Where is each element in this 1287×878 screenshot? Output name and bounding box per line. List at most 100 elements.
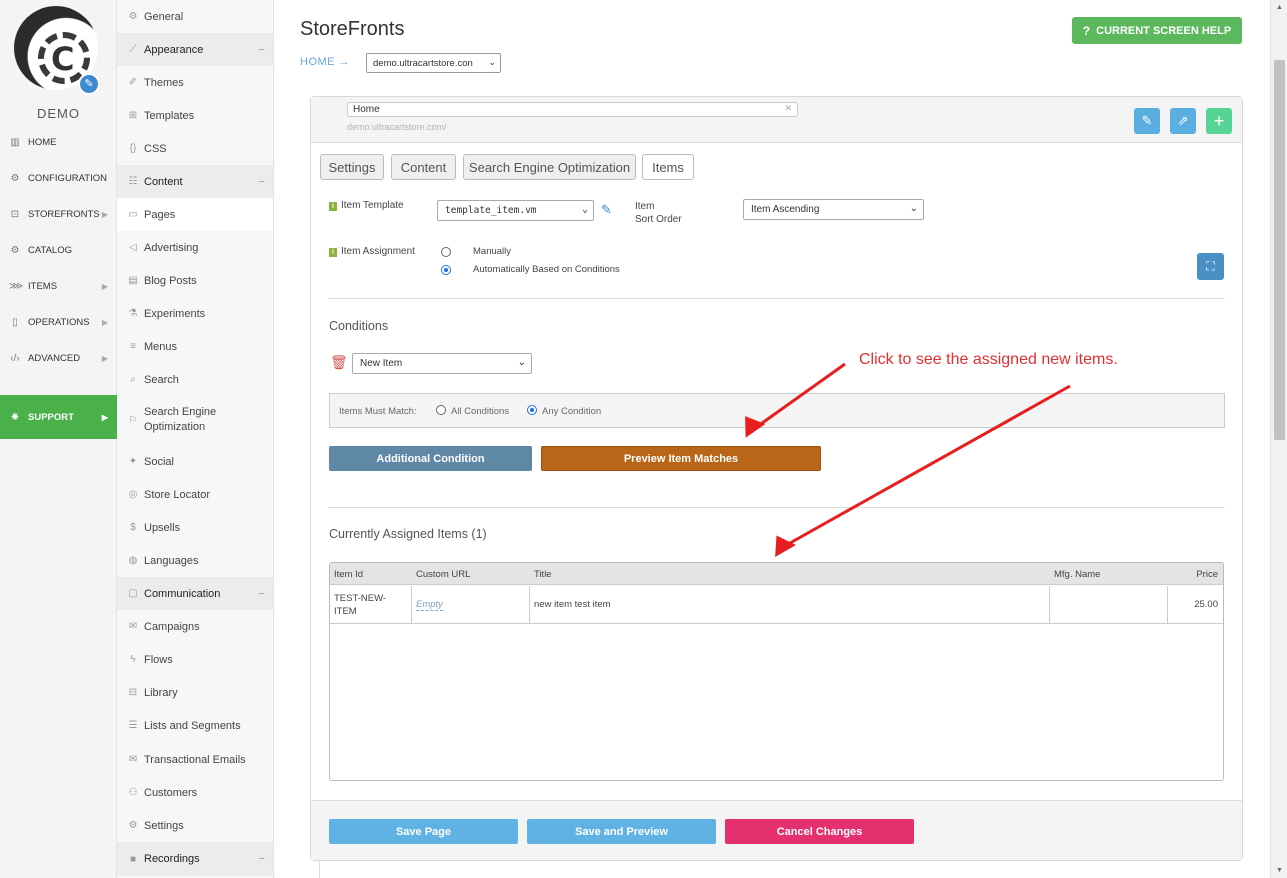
current-screen-help-button[interactable]: ? CURRENT SCREEN HELP: [1072, 17, 1242, 44]
tab-settings[interactable]: Settings: [320, 154, 384, 180]
match-all-radio[interactable]: [436, 405, 446, 415]
sub-item-menus[interactable]: ≡ Menus: [117, 330, 273, 363]
sub-item-label: Blog Posts: [144, 274, 197, 287]
nav-item-configuration[interactable]: ⚙ CONFIGURATION: [0, 160, 117, 196]
sub-item-label: Recordings: [144, 853, 200, 865]
location-icon: ◎: [128, 489, 138, 500]
sub-item-label: Communication: [144, 587, 221, 600]
sub-item-search[interactable]: ⌕ Search: [117, 363, 273, 396]
sub-item-experiments[interactable]: ⚗ Experiments: [117, 297, 273, 330]
sub-item-upsells[interactable]: $ Upsells: [117, 511, 273, 544]
scroll-up-icon[interactable]: ▲: [1271, 0, 1287, 15]
item-sort-order-select[interactable]: Item Ascending ⌄: [743, 199, 924, 220]
item-template-value: template_item.vm: [445, 205, 537, 216]
sub-item-label: Settings: [144, 819, 184, 832]
cancel-changes-button[interactable]: Cancel Changes: [725, 819, 914, 844]
condition-select[interactable]: New Item ⌄: [352, 353, 532, 374]
sub-item-pages[interactable]: ▭ Pages: [117, 198, 273, 231]
info-icon[interactable]: i: [329, 248, 337, 257]
cell-custom-url[interactable]: Empty: [416, 599, 443, 611]
sub-item-seo[interactable]: ⚐ Search Engine Optimization: [117, 396, 273, 444]
sub-item-store-locator[interactable]: ◎ Store Locator: [117, 478, 273, 511]
sub-item-customers[interactable]: ⚇ Customers: [117, 776, 273, 809]
tab-items[interactable]: Items: [642, 154, 694, 180]
edit-page-button[interactable]: ✎: [1134, 108, 1160, 134]
nav-item-support[interactable]: ✷ SUPPORT ▶: [0, 395, 117, 439]
app-root: C ✎ DEMO ▥ HOME ⚙ CONFIGURATION ⊡ STOREF…: [0, 0, 1287, 878]
column-item-id[interactable]: Item Id: [334, 569, 363, 580]
sub-item-templates[interactable]: ⊞ Templates: [117, 99, 273, 132]
templates-icon: ⊞: [128, 110, 138, 121]
column-price[interactable]: Price: [1196, 569, 1218, 580]
nav-item-catalog[interactable]: ⚙ CATALOG: [0, 232, 117, 268]
collapse-icon[interactable]: −: [259, 588, 265, 600]
tab-content[interactable]: Content: [391, 154, 456, 180]
sub-item-settings[interactable]: ⚙ Settings: [117, 809, 273, 842]
assignment-auto-radio[interactable]: [441, 265, 451, 275]
column-mfg-name[interactable]: Mfg. Name: [1054, 569, 1100, 580]
match-any-label: Any Condition: [542, 406, 602, 417]
sub-item-label: Templates: [144, 109, 195, 122]
open-page-button[interactable]: ⇗: [1170, 108, 1196, 134]
nav-item-home[interactable]: ▥ HOME: [0, 124, 117, 160]
collapse-icon[interactable]: −: [259, 853, 265, 865]
table-row[interactable]: TEST-NEW- ITEM Empty new item test item …: [330, 586, 1223, 624]
breadcrumb-home[interactable]: HOME →: [300, 56, 350, 68]
sub-group-recordings[interactable]: ■ Recordings −: [117, 842, 273, 876]
sub-group-appearance[interactable]: ⟋ Appearance −: [117, 33, 273, 66]
scroll-thumb[interactable]: [1274, 60, 1285, 440]
collapse-icon[interactable]: −: [259, 176, 265, 188]
sub-item-transactional-emails[interactable]: ✉ Transactional Emails: [117, 743, 273, 776]
nav-item-operations[interactable]: ▯ OPERATIONS ▶: [0, 304, 117, 340]
nav-item-advanced[interactable]: ‹/› ADVANCED ▶: [0, 340, 117, 376]
sub-item-css[interactable]: {} CSS: [117, 132, 273, 165]
expand-button[interactable]: ⛶: [1197, 253, 1224, 280]
custom-url-empty-link[interactable]: Empty: [416, 599, 443, 611]
divider: [319, 861, 320, 878]
sub-item-social[interactable]: ✦ Social: [117, 445, 273, 478]
sub-item-lists-segments[interactable]: ☰ Lists and Segments: [117, 709, 273, 742]
tab-seo[interactable]: Search Engine Optimization: [463, 154, 636, 180]
gear-icon: ⚙: [128, 11, 138, 22]
tags-icon: ⋙: [9, 280, 24, 292]
item-template-select[interactable]: template_item.vm ⌄: [437, 200, 594, 221]
save-page-button[interactable]: Save Page: [329, 819, 518, 844]
additional-condition-button[interactable]: Additional Condition: [329, 446, 532, 471]
sub-item-advertising[interactable]: ◁ Advertising: [117, 231, 273, 264]
trash-icon[interactable]: 🗑: [330, 354, 348, 370]
sub-item-languages[interactable]: ◍ Languages: [117, 544, 273, 577]
edit-logo-icon[interactable]: ✎: [78, 73, 100, 95]
annotation-text: Click to see the assigned new items.: [859, 351, 1118, 368]
sub-item-library[interactable]: ⊟ Library: [117, 676, 273, 709]
nav-item-items[interactable]: ⋙ ITEMS ▶: [0, 268, 117, 304]
sub-item-general[interactable]: ⚙ General: [117, 0, 273, 33]
column-title[interactable]: Title: [534, 569, 552, 580]
sub-item-blog-posts[interactable]: ▤ Blog Posts: [117, 264, 273, 297]
collapse-icon[interactable]: −: [259, 44, 265, 56]
left-nav: C ✎ DEMO ▥ HOME ⚙ CONFIGURATION ⊡ STOREF…: [0, 0, 117, 878]
save-and-preview-button[interactable]: Save and Preview: [527, 819, 716, 844]
page-scrollbar[interactable]: ▲ ▼: [1270, 0, 1287, 878]
assignment-manual-radio[interactable]: [441, 247, 451, 257]
clear-icon[interactable]: ✕: [784, 103, 792, 114]
match-any-radio[interactable]: [527, 405, 537, 415]
sub-group-content[interactable]: ☷ Content −: [117, 165, 273, 198]
pencil-icon[interactable]: ✎: [601, 202, 612, 218]
item-sort-order-value: Item Ascending: [751, 204, 820, 215]
gear-icon: ⚙: [128, 820, 138, 831]
preview-item-matches-button[interactable]: Preview Item Matches: [541, 446, 821, 471]
add-page-button[interactable]: +: [1206, 108, 1232, 134]
page-name-input[interactable]: Home ✕: [347, 102, 798, 117]
sub-item-campaigns[interactable]: ✉ Campaigns: [117, 610, 273, 643]
sub-item-themes[interactable]: ✐ Themes: [117, 66, 273, 99]
store-select[interactable]: demo.ultracartstore.con ⌄: [366, 53, 501, 73]
sub-item-flows[interactable]: ϟ Flows: [117, 643, 273, 676]
nav-item-storefronts[interactable]: ⊡ STOREFRONTS ▶: [0, 196, 117, 232]
braces-icon: {}: [129, 143, 137, 154]
column-custom-url[interactable]: Custom URL: [416, 569, 470, 580]
info-icon[interactable]: i: [329, 202, 337, 211]
scroll-down-icon[interactable]: ▼: [1271, 863, 1287, 878]
column-divider: [1167, 586, 1168, 624]
store-select-value: demo.ultracartstore.con: [373, 58, 473, 69]
sub-group-communication[interactable]: ▢ Communication −: [117, 577, 273, 610]
